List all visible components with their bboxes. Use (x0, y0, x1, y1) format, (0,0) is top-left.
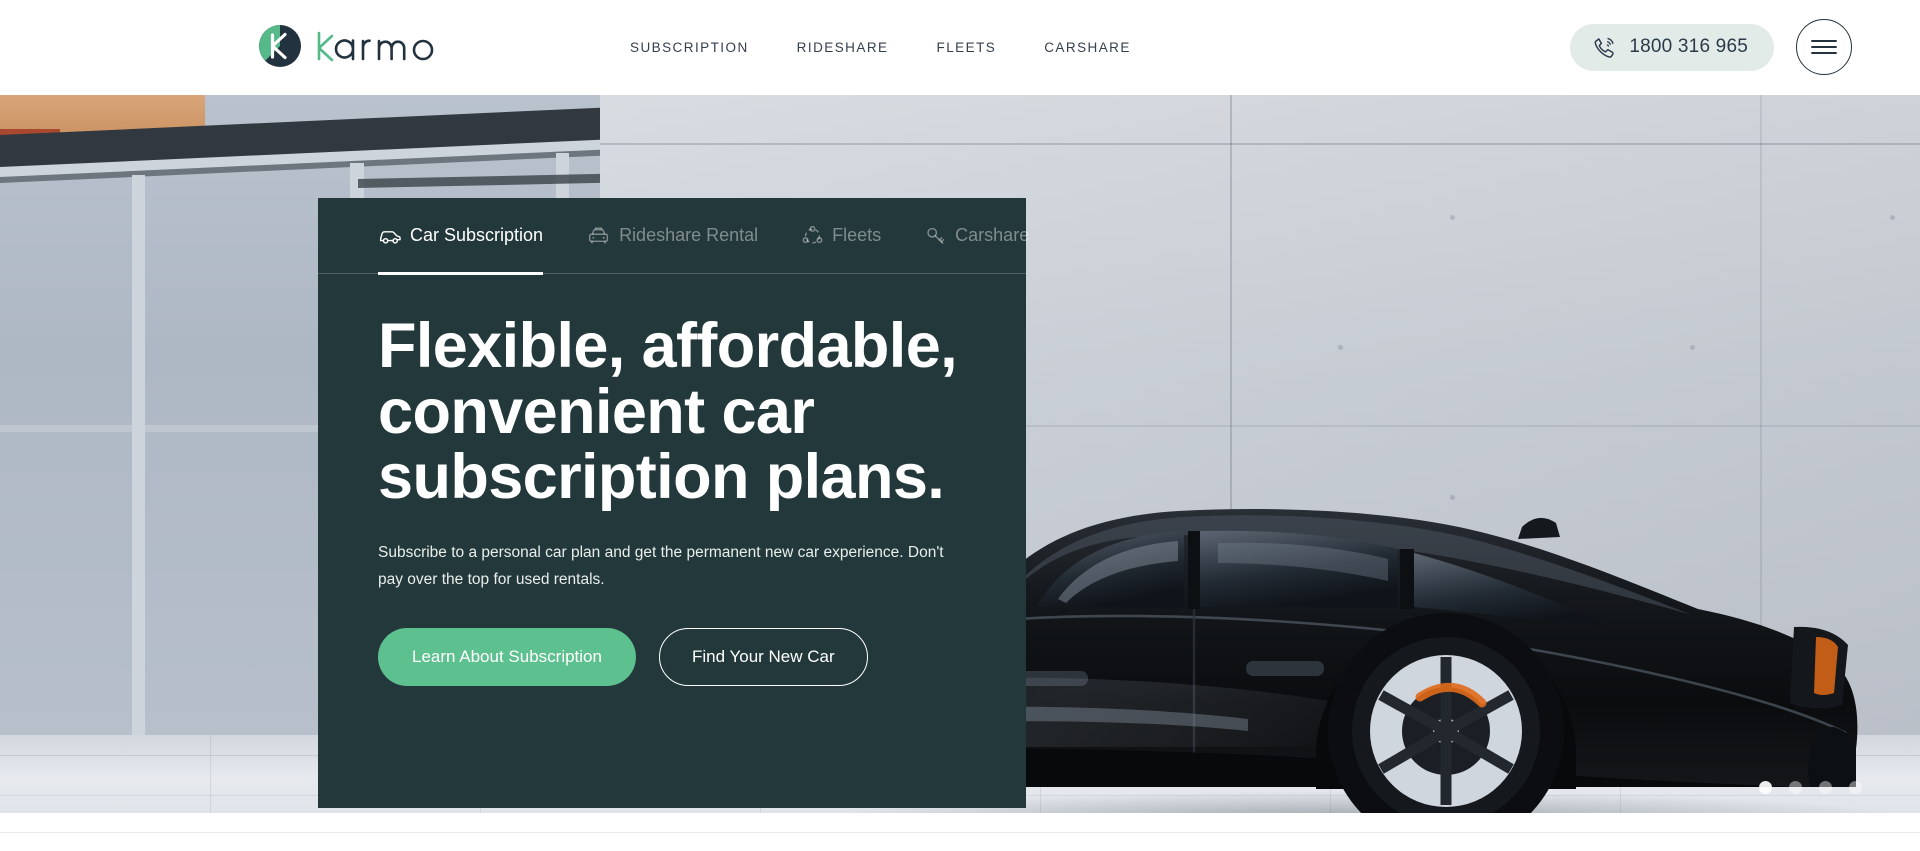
phone-ringing-icon (1594, 37, 1615, 58)
nav-item-rideshare[interactable]: RIDESHARE (797, 40, 889, 55)
hamburger-menu-button[interactable] (1796, 19, 1852, 75)
karmo-wordmark (317, 31, 434, 62)
carousel-dot-4[interactable] (1849, 781, 1862, 794)
tab-label: Car Subscription (410, 225, 544, 245)
next-section-peek (0, 832, 1920, 851)
hero-panel: Car Subscription Rideshare Rental Fleets… (318, 198, 1029, 808)
learn-about-subscription-button[interactable]: Learn About Subscription (378, 627, 636, 686)
find-your-new-car-button[interactable]: Find Your New Car (658, 627, 868, 686)
main-navigation: SUBSCRIPTION RIDESHARE FLEETS CARSHARE (630, 0, 1131, 95)
tab-label: Carshare (955, 225, 1030, 245)
tab-rideshare-rental[interactable]: Rideshare Rental (587, 198, 758, 274)
tab-label: Rideshare Rental (619, 225, 759, 245)
hero-headline: Flexible, affordable, convenient car sub… (378, 311, 958, 513)
phone-call-button[interactable]: 1800 316 965 (1570, 23, 1774, 71)
carousel-dot-2[interactable] (1789, 781, 1802, 794)
header-actions: 1800 316 965 (1570, 19, 1852, 75)
hamburger-menu-icon (1811, 40, 1837, 54)
carousel-dot-3[interactable] (1819, 781, 1832, 794)
fleet-network-icon (802, 225, 823, 244)
site-header: SUBSCRIPTION RIDESHARE FLEETS CARSHARE 1… (0, 0, 1920, 95)
nav-item-fleets[interactable]: FLEETS (937, 40, 997, 55)
hero-content: Flexible, affordable, convenient car sub… (318, 274, 1026, 686)
hero-tab-bar: Car Subscription Rideshare Rental Fleets… (318, 198, 1029, 275)
taxi-icon (589, 227, 609, 244)
nav-item-carshare[interactable]: CARSHARE (1044, 40, 1131, 55)
tab-carshare[interactable]: Carshare (925, 198, 1029, 274)
hero-carousel-dots (1759, 781, 1862, 794)
nav-item-subscription[interactable]: SUBSCRIPTION (630, 40, 749, 55)
karmo-circle-k-logo-icon (259, 25, 301, 67)
tab-label: Fleets (832, 225, 882, 245)
tab-fleets[interactable]: Fleets (802, 198, 881, 274)
hero-bottom-edge (0, 813, 1920, 832)
carousel-dot-1[interactable] (1759, 781, 1772, 794)
hero-cta-row: Learn About Subscription Find Your New C… (378, 627, 966, 686)
tab-car-subscription[interactable]: Car Subscription (378, 198, 544, 275)
karmo-logo[interactable] (258, 24, 463, 68)
hero-section: Car Subscription Rideshare Rental Fleets… (0, 95, 1920, 832)
car-icon (379, 230, 401, 244)
hero-subcopy: Subscribe to a personal car plan and get… (378, 543, 944, 589)
key-icon (927, 227, 945, 244)
phone-number-label: 1800 316 965 (1629, 36, 1748, 57)
